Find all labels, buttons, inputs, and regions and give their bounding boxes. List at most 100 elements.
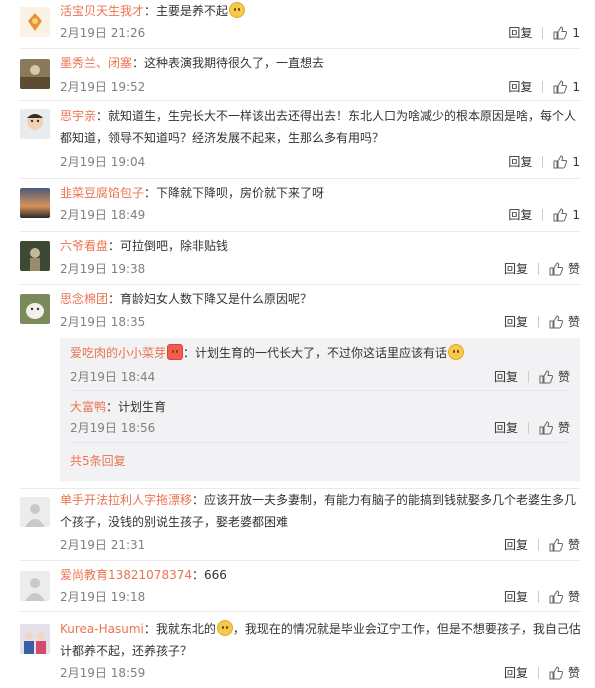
like-count: 1 [572,208,580,222]
action-separator [527,371,529,383]
reply-button[interactable]: 回复 [508,206,532,224]
reply-button[interactable]: 回复 [508,153,532,171]
username-link[interactable]: 爱吃肉的小小菜芽 [70,346,166,360]
like-button[interactable]: 1 [553,24,580,42]
comment-meta: 2月19日 18:49 回复 1 [60,206,580,224]
comment-date: 2月19日 21:26 [60,26,146,40]
username-link[interactable]: 六爷看盘 [60,239,108,253]
comment-date: 2月19日 18:59 [60,666,146,680]
comment-body: ：就知道生，生完长大不一样该出去还得出去！东北人口为啥减少的根本原因是啥，每个人… [60,109,577,145]
thumbs-up-icon [539,370,553,384]
reply-button[interactable]: 回复 [504,313,528,331]
username-link[interactable]: 爱尚教育13821078374 [60,568,192,582]
reply-button[interactable]: 回复 [504,664,528,682]
username-link[interactable]: 活宝贝天生我才 [60,4,144,18]
username-link[interactable]: 思宇亲 [60,109,96,123]
like-button[interactable]: 赞 [549,588,580,606]
comment-text: 韭菜豆腐馅包子：下降就下降呗，房价就下来了呀 [60,182,585,204]
avatar[interactable] [20,571,50,601]
comment-date: 2月19日 19:18 [60,590,146,604]
like-button[interactable]: 赞 [549,260,580,278]
username-link[interactable]: 韭菜豆腐馅包子 [60,186,144,200]
comment-meta: 2月19日 21:26 回复 1 [60,24,580,42]
more-replies-link[interactable]: 共5条回复 [70,452,126,469]
thumbs-up-icon [553,208,568,222]
action-separator [542,81,544,93]
like-count: 1 [572,26,580,40]
thumbs-up-icon [553,80,568,94]
divider [70,442,570,443]
reply-button[interactable]: 回复 [504,260,528,278]
comment-actions: 回复 1 [508,206,580,224]
action-separator [527,422,529,434]
like-label: 赞 [567,538,580,552]
reply-button[interactable]: 回复 [504,536,528,554]
comment-body: ：育龄妇女人数下降又是什么原因呢？ [108,292,313,306]
avatar[interactable] [20,241,50,271]
action-separator [542,156,544,168]
avatar[interactable] [20,497,50,527]
like-button[interactable]: 赞 [549,313,580,331]
username-link[interactable]: 大富鸭 [70,400,106,414]
comment-item: 思念棉团：育龄妇女人数下降又是什么原因呢？ 2月19日 18:35 回复 赞 爱… [0,288,595,489]
comment-body: ：我就东北的 [143,622,216,636]
reply-meta: 2月19日 18:44 回复 赞 [70,368,570,386]
divider [20,560,580,561]
like-button[interactable]: 赞 [549,536,580,554]
comment-text: 活宝贝天生我才：主要是养不起 [60,0,585,22]
avatar[interactable] [20,109,50,139]
comment-actions: 回复 赞 [504,313,580,331]
reply-actions: 回复 赞 [494,419,570,437]
divider [70,390,570,391]
avatar[interactable] [20,188,50,218]
reply-date: 2月19日 18:44 [70,370,156,384]
comment-item: 韭菜豆腐馅包子：下降就下降呗，房价就下来了呀 2月19日 18:49 回复 1 [0,182,595,232]
comment-date: 2月19日 21:31 [60,538,146,552]
avatar[interactable] [20,7,50,37]
default-avatar-icon [20,571,50,601]
reply-text: 爱吃肉的小小菜芽 ：计划生育的一代长大了，不过你这话里应该有话 [70,342,570,364]
thumbs-up-icon [553,26,568,40]
reply-button[interactable]: 回复 [508,24,532,42]
like-button[interactable]: 1 [553,206,580,224]
action-separator [542,209,544,221]
username-link[interactable]: 思念棉团 [60,292,108,306]
reply-button[interactable]: 回复 [494,419,518,437]
comment-text: 思宇亲：就知道生，生完长大不一样该出去还得出去！东北人口为啥减少的根本原因是啥，… [60,105,585,149]
action-separator [537,539,539,551]
username-link[interactable]: 单手开法拉利人字拖漂移 [60,493,192,507]
reply-button[interactable]: 回复 [494,368,518,386]
reply-button[interactable]: 回复 [504,588,528,606]
like-button[interactable]: 1 [553,153,580,171]
like-button[interactable]: 赞 [539,368,570,386]
like-label: 赞 [557,421,570,435]
username-link[interactable]: Kurea-Hasumi [60,622,144,636]
divider [20,284,580,285]
comment-text: 单手开法拉利人字拖漂移：应该开放一夫多妻制，有能力有脑子的能搞到钱就娶多几个老婆… [60,489,585,533]
like-label: 赞 [567,315,580,329]
comment-actions: 回复 赞 [504,260,580,278]
avatar[interactable] [20,624,50,654]
thinking-face-icon [448,344,465,360]
sub-reply: 爱吃肉的小小菜芽 ：计划生育的一代长大了，不过你这话里应该有话 2月19日 18:… [70,342,570,390]
like-button[interactable]: 1 [553,78,580,96]
divider [20,178,580,179]
username-link[interactable]: 墨秀兰、闭塞 [60,56,132,70]
like-button[interactable]: 赞 [539,419,570,437]
divider [20,48,580,49]
thumbs-up-icon [549,666,563,680]
sub-reply: 大富鸭：计划生育 2月19日 18:56 回复 赞 [70,396,570,444]
comment-meta: 2月19日 21:31 回复 赞 [60,536,580,554]
reply-button[interactable]: 回复 [508,78,532,96]
comment-body: ：这种表演我期待很久了，一直想去 [132,56,325,70]
like-button[interactable]: 赞 [549,664,580,682]
default-avatar-icon [20,497,50,527]
thumbs-up-icon [549,590,563,604]
divider [20,100,580,101]
comment-item: 思宇亲：就知道生，生完长大不一样该出去还得出去！东北人口为啥减少的根本原因是啥，… [0,105,595,179]
avatar[interactable] [20,294,50,324]
action-separator [537,316,539,328]
like-label: 赞 [567,666,580,680]
comment-item: 六爷看盘：可拉倒吧，除非贴钱 2月19日 19:38 回复 赞 [0,235,595,285]
avatar[interactable] [20,59,50,89]
